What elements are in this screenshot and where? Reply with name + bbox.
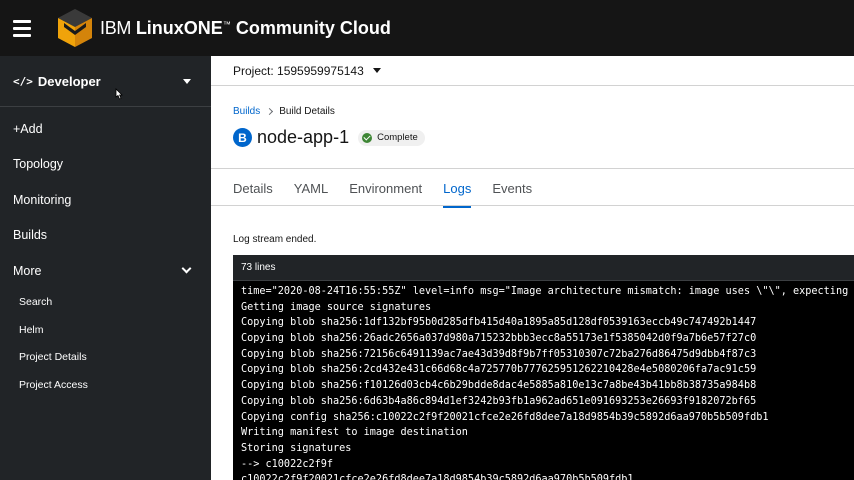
nav-item-label: Monitoring (13, 192, 72, 207)
nav-subitem-label: Search (19, 296, 53, 309)
resource-badge: B (233, 128, 252, 147)
nav-item-label: Builds (13, 228, 48, 243)
nav-subitem-helm[interactable]: Helm (0, 316, 211, 344)
log-header: 73 lines (233, 255, 854, 281)
page-heading: B node-app-1 Complete (233, 127, 425, 148)
nav-subitem-label: Project Details (19, 351, 87, 364)
caret-down-icon (372, 68, 381, 73)
nav-subitem-label: Helm (19, 323, 44, 336)
tab-yaml[interactable]: YAML (294, 169, 328, 207)
brand-community-cloud: Community Cloud (230, 17, 391, 38)
tab-events[interactable]: Events (492, 169, 532, 207)
log-line: Getting image source signatures (241, 301, 432, 313)
nav-item-topology[interactable]: Topology (0, 147, 211, 183)
tab-environment[interactable]: Environment (349, 169, 422, 207)
main-content: Project: 1595959975143 Builds Build Deta… (211, 56, 854, 480)
breadcrumb-builds-link[interactable]: Builds (233, 106, 260, 117)
log-line: Copying blob sha256:26adc2656a037d980a71… (241, 333, 757, 345)
nav-item-more[interactable]: More (0, 253, 211, 289)
nav-item-builds[interactable]: Builds (0, 218, 211, 254)
chevron-down-icon (181, 263, 192, 274)
log-line: Copying blob sha256:f10126d03cb4c6b29bdd… (241, 380, 757, 392)
brand-trademark: ™ (222, 19, 231, 29)
nav-item-add[interactable]: +Add (0, 111, 211, 147)
log-line: time="2020-08-24T16:55:55Z" level=info m… (241, 286, 849, 297)
linuxone-logo (54, 7, 96, 49)
log-window[interactable]: 73 lines time="2020-08-24T16:55:55Z" lev… (233, 255, 854, 480)
log-line: Storing signatures (241, 442, 352, 454)
nav-item-label: Topology (13, 157, 64, 172)
brand-linuxone: LinuxONE (135, 17, 223, 38)
log-line: c10022c2f9f20021cfce2e26fd8dee7a18d9854b… (241, 474, 634, 480)
mouse-pointer-icon (115, 88, 123, 100)
caret-down-icon (183, 79, 191, 84)
log-line: --> c10022c2f9f (241, 458, 334, 470)
breadcrumb-current: Build Details (279, 106, 335, 117)
tab-logs[interactable]: Logs (443, 169, 472, 208)
nav-subitem-project-access[interactable]: Project Access (0, 371, 211, 399)
log-body: time="2020-08-24T16:55:55Z" level=info m… (233, 281, 854, 480)
nav-subitem-label: Project Access (19, 378, 88, 391)
nav-item-label: More (13, 263, 42, 278)
nav-item-monitoring[interactable]: Monitoring (0, 182, 211, 218)
nav-subitem-project-details[interactable]: Project Details (0, 344, 211, 372)
tab-details[interactable]: Details (233, 169, 273, 207)
brand-title: IBM LinuxONE™ Community Cloud (100, 18, 391, 39)
log-line: Copying blob sha256:2cd432e431c66d68c4a7… (241, 364, 757, 376)
angle-right-icon (266, 107, 274, 116)
check-circle-icon (362, 132, 373, 143)
log-line: Copying blob sha256:6d63b4a86c894d1ef324… (241, 395, 757, 407)
log-line: Copying config sha256:c10022c2f9f20021cf… (241, 411, 769, 423)
nav-subitem-search[interactable]: Search (0, 289, 211, 317)
nav-item-label: +Add (13, 121, 43, 136)
log-line: Copying blob sha256:1df132bf95b0d285dfb4… (241, 317, 757, 329)
project-selector[interactable]: Project: 1595959975143 (211, 56, 854, 86)
page-title: node-app-1 (257, 127, 350, 147)
breadcrumb: Builds Build Details (233, 106, 335, 117)
project-label: Project: 1595959975143 (233, 63, 364, 78)
log-line: Writing manifest to image destination (241, 427, 468, 439)
code-icon: </> (13, 74, 33, 88)
status-label: Complete (377, 132, 418, 143)
masthead: IBM LinuxONE™ Community Cloud (0, 0, 854, 56)
tab-bar: Details YAML Environment Logs Events (211, 168, 854, 208)
perspective-switcher[interactable]: </> Developer (0, 56, 211, 107)
brand-ibm: IBM (100, 17, 136, 38)
log-line-count: 73 lines (241, 262, 276, 273)
perspective-label: Developer (37, 73, 101, 89)
hamburger-menu-button[interactable] (0, 0, 44, 56)
log-line: Copying blob sha256:72156c6491139ac7ae43… (241, 348, 757, 360)
status-badge: Complete (358, 129, 425, 146)
sidebar: </> Developer +Add Topology Monitoring B… (0, 56, 211, 480)
log-status-message: Log stream ended. (233, 234, 317, 245)
